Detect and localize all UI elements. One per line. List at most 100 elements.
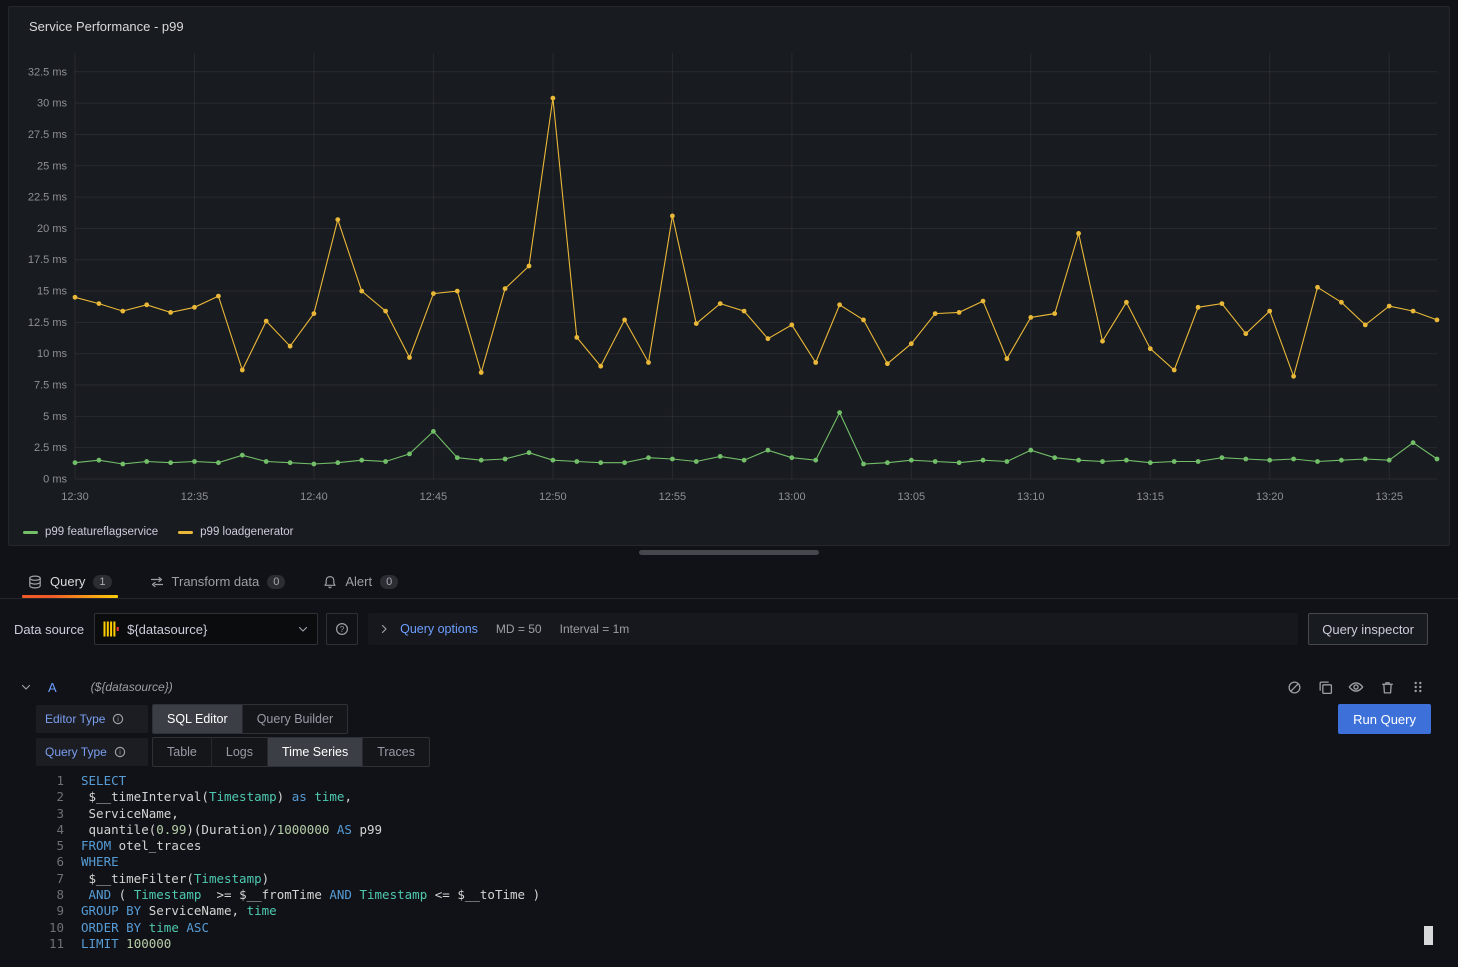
query-toolbar: Data source ${datasource} ? Query option… <box>14 613 1428 645</box>
svg-text:12:40: 12:40 <box>300 491 328 503</box>
svg-text:0 ms: 0 ms <box>43 474 67 486</box>
line-number: 6 <box>36 854 64 870</box>
code-text: ORDER BY time ASC <box>81 920 209 936</box>
legend-item[interactable]: p99 featureflagservice <box>23 526 158 538</box>
code-line-4[interactable]: 4 quantile(0.99)(Duration)/1000000 AS p9… <box>36 822 1434 838</box>
code-lines: 1SELECT2 $__timeInterval(Timestamp) as t… <box>36 773 1434 952</box>
query-options-link[interactable]: Query options <box>400 622 478 636</box>
svg-text:17.5 ms: 17.5 ms <box>28 254 68 266</box>
duplicate-query-button[interactable] <box>1315 677 1335 697</box>
code-text: quantile(0.99)(Duration)/1000000 AS p99 <box>81 822 382 838</box>
tab-transform-data[interactable]: Transform data 0 <box>138 565 298 598</box>
code-line-1[interactable]: 1SELECT <box>36 773 1434 789</box>
code-line-9[interactable]: 9GROUP BY ServiceName, time <box>36 903 1434 919</box>
timeseries-chart[interactable]: 0 ms2.5 ms5 ms7.5 ms10 ms12.5 ms15 ms17.… <box>13 41 1447 513</box>
svg-text:13:10: 13:10 <box>1017 491 1045 503</box>
query-inspector-button[interactable]: Query inspector <box>1308 613 1428 645</box>
editor-type-option-query-builder[interactable]: Query Builder <box>242 705 347 733</box>
query-actions <box>1284 677 1428 697</box>
line-number: 7 <box>36 871 64 887</box>
svg-text:10 ms: 10 ms <box>37 348 67 360</box>
code-line-10[interactable]: 10 ORDER BY time ASC <box>36 920 1434 936</box>
panel-title[interactable]: Service Performance - p99 <box>29 19 184 34</box>
code-line-6[interactable]: 6WHERE <box>36 854 1434 870</box>
tab-count-badge: 1 <box>93 575 111 589</box>
query-type-row: Query Type i TableLogsTime SeriesTraces <box>36 737 430 767</box>
code-text: AND ( Timestamp >= $__fromTime AND Times… <box>81 887 540 903</box>
svg-text:13:05: 13:05 <box>898 491 926 503</box>
datasource-label: Data source <box>14 622 84 637</box>
code-line-8[interactable]: 8 AND ( Timestamp >= $__fromTime AND Tim… <box>36 887 1434 903</box>
datasource-picker[interactable]: ${datasource} <box>94 613 318 645</box>
svg-text:32.5 ms: 32.5 ms <box>28 66 68 78</box>
delete-query-button[interactable] <box>1377 677 1397 697</box>
svg-text:12:50: 12:50 <box>539 491 567 503</box>
svg-text:25 ms: 25 ms <box>37 160 67 172</box>
query-type-option-table[interactable]: Table <box>153 738 211 766</box>
bell-icon <box>323 575 337 589</box>
disable-circle-icon <box>1287 680 1302 695</box>
code-line-5[interactable]: 5FROM otel_traces <box>36 838 1434 854</box>
query-ref-id[interactable]: A <box>48 680 57 695</box>
svg-text:5 ms: 5 ms <box>43 411 67 423</box>
code-line-11[interactable]: 11LIMIT 100000 <box>36 936 1434 952</box>
editor-type-label-chip: Editor Type i <box>36 705 148 733</box>
query-options-bar[interactable]: Query options MD = 50 Interval = 1m <box>368 613 1298 645</box>
code-line-3[interactable]: 3 ServiceName, <box>36 806 1434 822</box>
chevron-right-icon <box>378 623 390 635</box>
code-text: $__timeInterval(Timestamp) as time, <box>81 789 352 805</box>
svg-text:12:55: 12:55 <box>659 491 687 503</box>
legend-series-label: p99 featureflagservice <box>45 526 158 538</box>
collapse-chevron-icon[interactable] <box>20 681 32 693</box>
query-row-header: A (${datasource}) <box>14 674 1428 700</box>
query-type-option-logs[interactable]: Logs <box>211 738 267 766</box>
sql-code-editor[interactable]: 1SELECT2 $__timeInterval(Timestamp) as t… <box>36 773 1434 955</box>
panel-resize-handle[interactable] <box>639 550 819 555</box>
grip-dots-icon <box>1411 680 1425 694</box>
svg-text:7.5 ms: 7.5 ms <box>34 380 68 392</box>
query-type-label: Query Type <box>45 745 107 759</box>
code-text: ServiceName, <box>81 806 179 822</box>
info-circle-icon: i <box>112 713 124 725</box>
code-line-2[interactable]: 2 $__timeInterval(Timestamp) as time, <box>36 789 1434 805</box>
tab-alert[interactable]: Alert 0 <box>311 565 410 598</box>
editor-scrollbar-thumb[interactable] <box>1424 926 1433 945</box>
tab-label: Alert <box>345 574 372 589</box>
legend-series-marker <box>23 531 38 534</box>
query-type-label-chip: Query Type i <box>36 738 148 766</box>
svg-text:20 ms: 20 ms <box>37 223 67 235</box>
datasource-help-button[interactable]: ? <box>326 613 358 645</box>
svg-text:13:20: 13:20 <box>1256 491 1284 503</box>
editor-tabs-bar: Query 1 Transform data 0 Alert 0 <box>0 565 1458 599</box>
line-number: 10 <box>36 920 64 936</box>
svg-text:i: i <box>119 749 121 756</box>
drag-query-handle[interactable] <box>1408 677 1428 697</box>
query-type-option-time-series[interactable]: Time Series <box>267 738 362 766</box>
svg-text:2.5 ms: 2.5 ms <box>34 442 68 454</box>
tab-query[interactable]: Query 1 <box>16 565 124 598</box>
tab-label: Query <box>50 574 85 589</box>
trash-icon <box>1380 680 1395 695</box>
code-text: $__timeFilter(Timestamp) <box>81 871 269 887</box>
disable-query-button[interactable] <box>1284 677 1304 697</box>
run-query-button[interactable]: Run Query <box>1338 704 1431 734</box>
toggle-visibility-button[interactable] <box>1346 677 1366 697</box>
chevron-down-icon <box>297 623 309 635</box>
max-data-points-stat: MD = 50 <box>496 622 542 636</box>
copy-icon <box>1318 680 1333 695</box>
code-line-7[interactable]: 7 $__timeFilter(Timestamp) <box>36 871 1434 887</box>
info-circle-icon: i <box>114 746 126 758</box>
editor-type-option-sql-editor[interactable]: SQL Editor <box>153 705 242 733</box>
svg-text:?: ? <box>340 625 345 634</box>
svg-text:22.5 ms: 22.5 ms <box>28 192 68 204</box>
svg-text:30 ms: 30 ms <box>37 98 67 110</box>
code-text: FROM otel_traces <box>81 838 201 854</box>
line-number: 8 <box>36 887 64 903</box>
legend-item[interactable]: p99 loadgenerator <box>178 526 293 538</box>
tab-count-badge: 0 <box>267 575 285 589</box>
code-text: LIMIT 100000 <box>81 936 171 952</box>
code-text: GROUP BY ServiceName, time <box>81 903 277 919</box>
query-type-option-traces[interactable]: Traces <box>362 738 429 766</box>
svg-text:12.5 ms: 12.5 ms <box>28 317 68 329</box>
tab-label: Transform data <box>172 574 260 589</box>
